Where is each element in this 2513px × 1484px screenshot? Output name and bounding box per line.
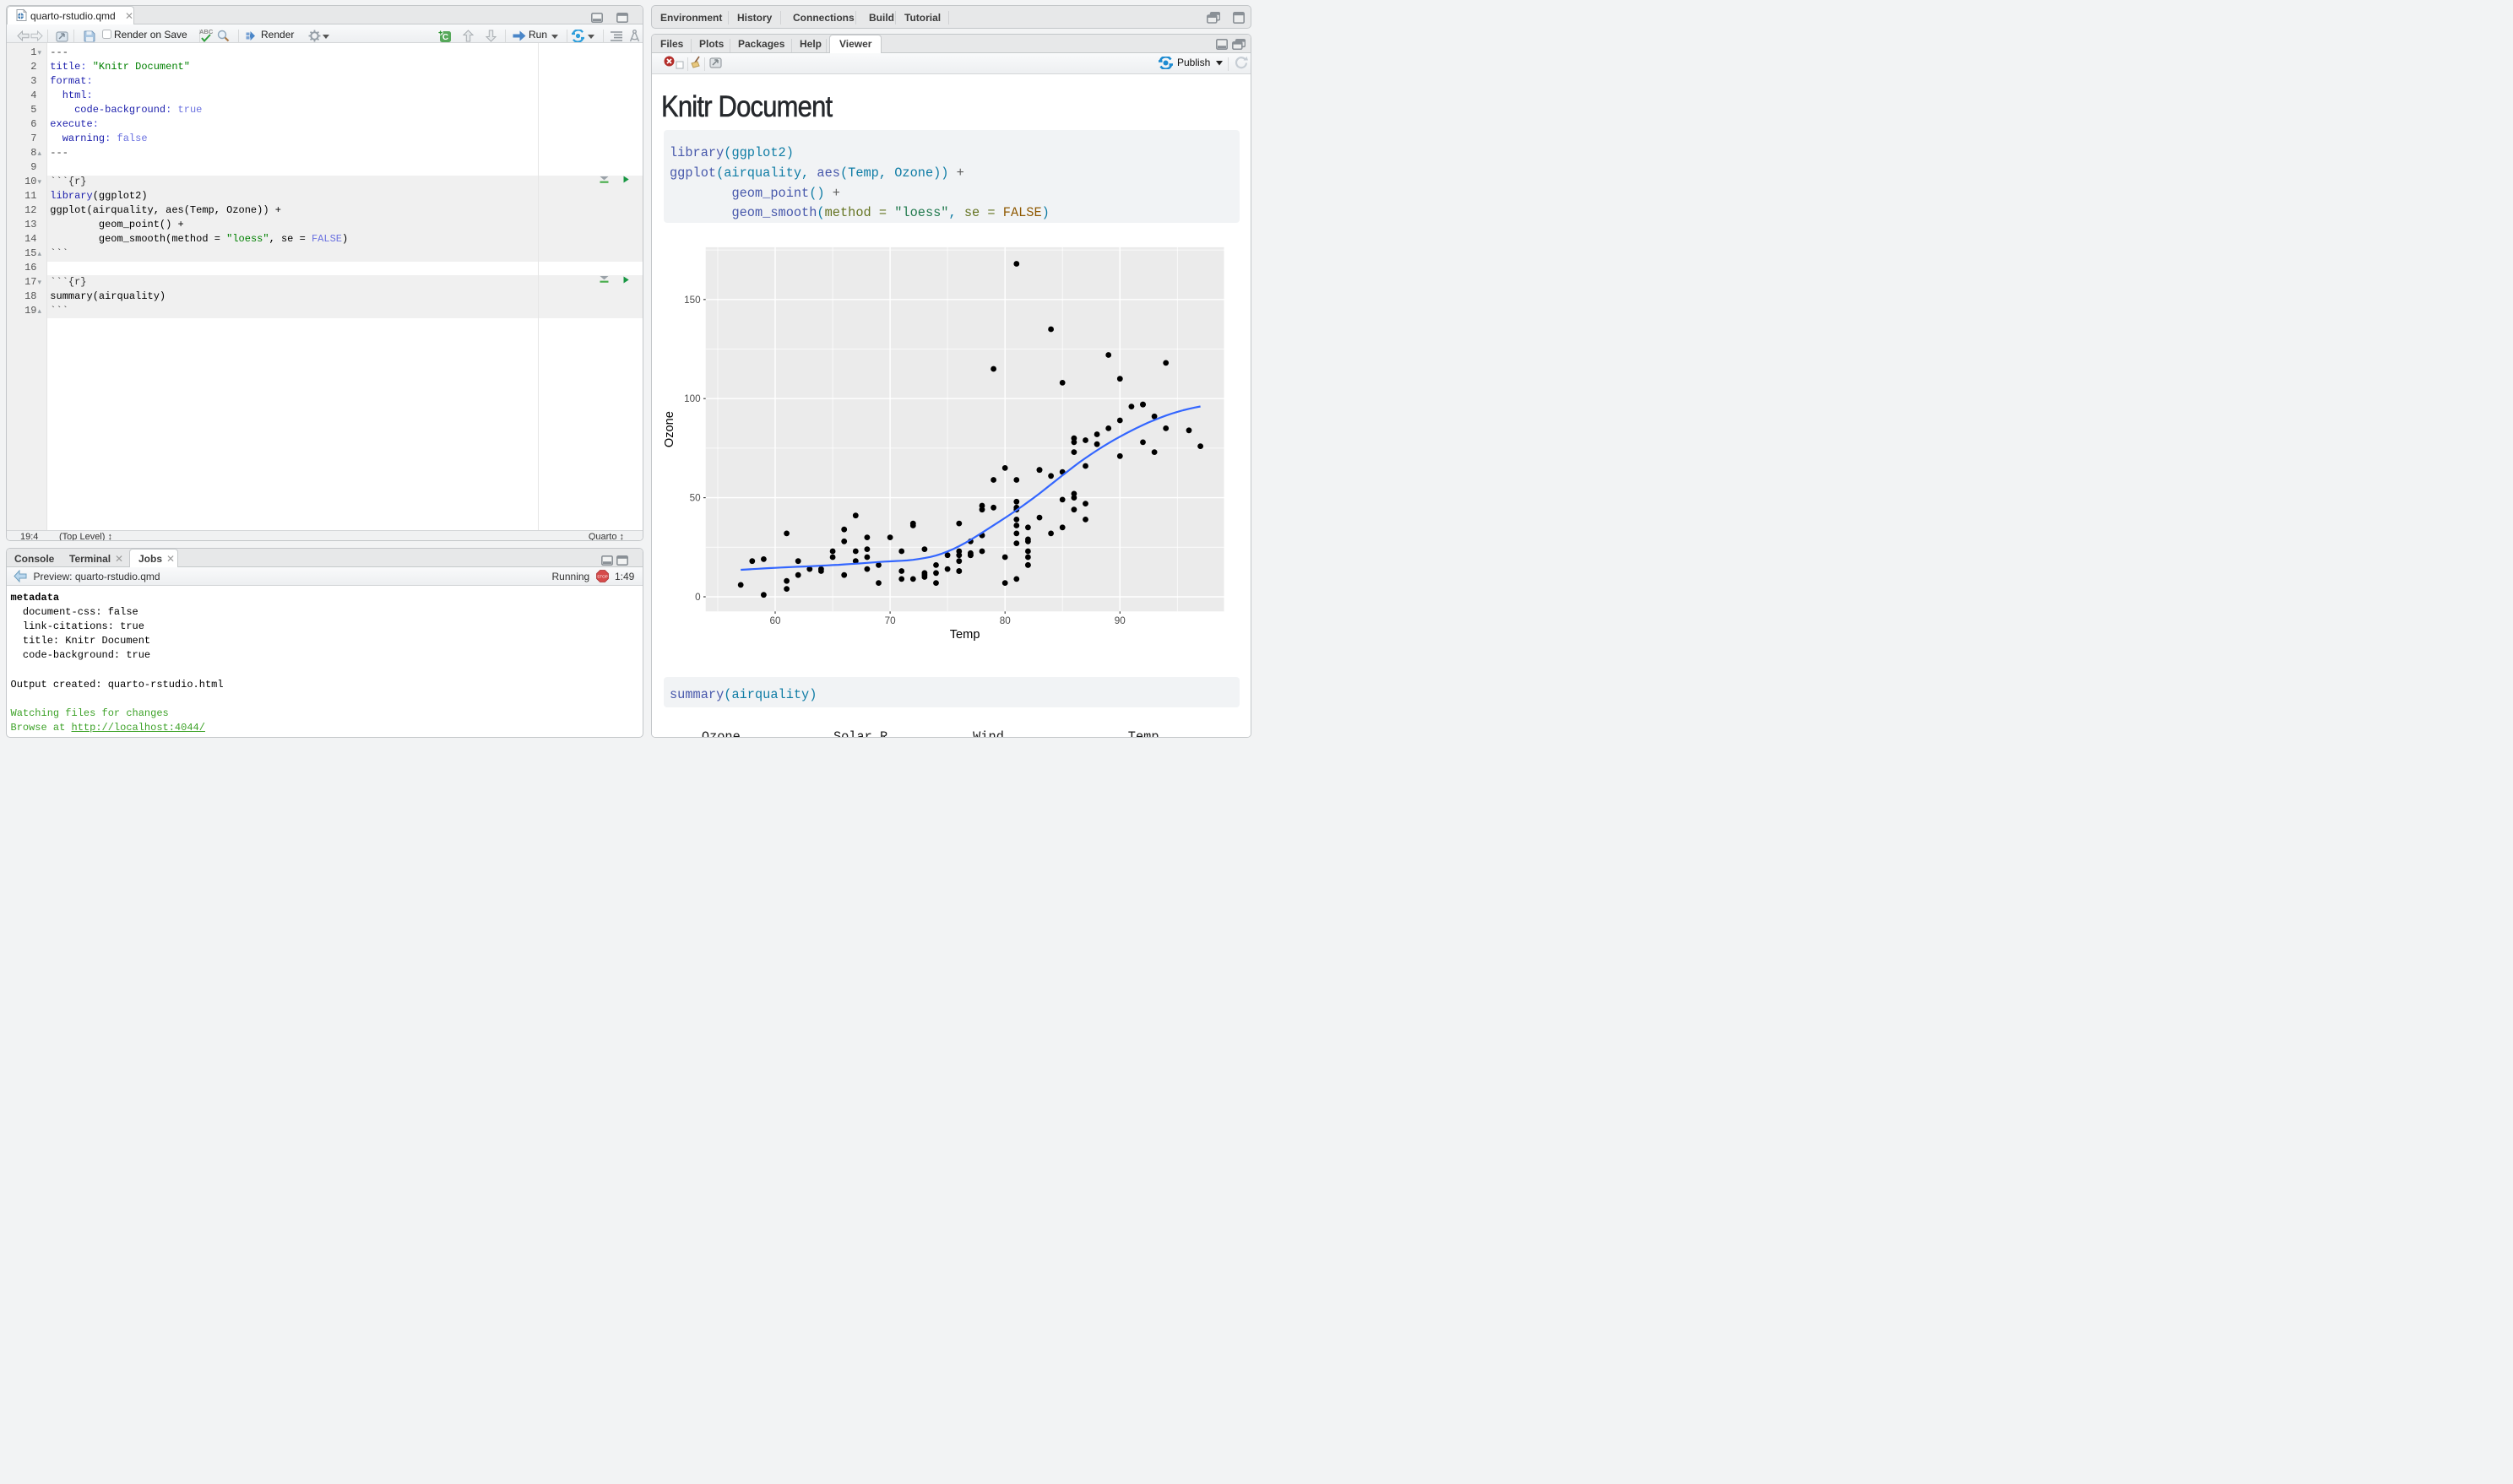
svg-text:50: 50: [690, 492, 702, 503]
svg-text:150: 150: [684, 294, 701, 305]
svg-text:100: 100: [684, 393, 701, 404]
svg-text:0: 0: [695, 592, 701, 603]
svg-text:Ozone: Ozone: [664, 411, 676, 447]
svg-text:70: 70: [885, 615, 897, 626]
svg-text:90: 90: [1115, 615, 1126, 626]
svg-text:60: 60: [769, 615, 781, 626]
svg-text:C: C: [442, 33, 448, 42]
svg-text:Temp: Temp: [950, 628, 980, 642]
svg-text:STOP: STOP: [597, 575, 607, 579]
svg-text:80: 80: [1000, 615, 1012, 626]
